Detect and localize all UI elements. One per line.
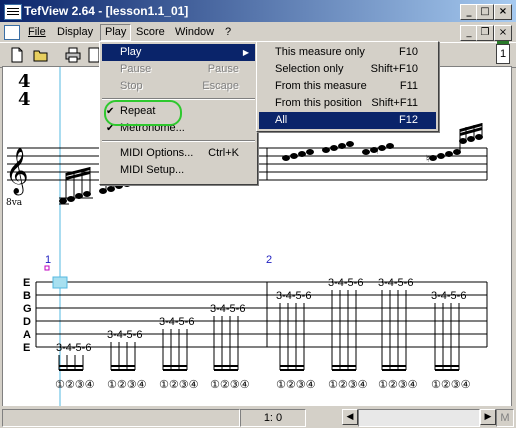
play-submenu: This measure only F10 Selection only Shi…	[256, 41, 439, 132]
svg-text:♮: ♮	[375, 146, 379, 157]
app-icon[interactable]	[4, 4, 22, 20]
close-button[interactable]: ×	[494, 4, 512, 20]
print-icon[interactable]	[64, 46, 82, 64]
tab-string-labels: E B G D A E	[23, 277, 32, 354]
submenu-item-selection[interactable]: Selection only Shift+F10	[259, 61, 436, 78]
mdi-restore-button[interactable]: ❐	[476, 25, 494, 41]
menu-item-pause[interactable]: Pause Pause	[102, 61, 255, 78]
menu-item-play[interactable]: Play ▶	[102, 44, 255, 61]
treble-clef-icon: 𝄞	[5, 148, 29, 196]
svg-text:①②③④: ①②③④	[159, 378, 199, 391]
svg-text:①②③④: ①②③④	[55, 378, 95, 391]
tab-frets: 3-4-5-6 3-4-5-6 3-4-5-6 3-4-5-6 3-4-5-6 …	[56, 277, 466, 354]
maximize-button[interactable]: □	[476, 4, 494, 20]
svg-text:①②③④: ①②③④	[276, 378, 316, 391]
menu-window[interactable]: Window	[171, 25, 218, 40]
mode-indicator: M	[496, 409, 514, 427]
svg-text:3-4-5-6: 3-4-5-6	[159, 316, 194, 328]
scroll-right-icon[interactable]: ▶	[480, 409, 496, 425]
measure-number-1: 1	[45, 254, 51, 266]
svg-text:3-4-5-6: 3-4-5-6	[328, 277, 363, 289]
submenu-item-from-position[interactable]: From this position Shift+F11	[259, 95, 436, 112]
page-number[interactable]: 1	[496, 41, 510, 64]
title-bar[interactable]: TefView 2.64 - [lesson1.1_01] _ □ ×	[0, 0, 516, 22]
svg-text:G: G	[23, 303, 32, 315]
play-menu: Play ▶ Pause Pause Stop Escape ✔ Repeat …	[99, 41, 258, 185]
time-sig-bottom: 4	[18, 89, 31, 110]
submenu-item-this-measure[interactable]: This measure only F10	[259, 44, 436, 61]
open-folder-icon[interactable]	[32, 46, 50, 64]
svg-text:3-4-5-6: 3-4-5-6	[276, 290, 311, 302]
svg-text:3-4-5-6: 3-4-5-6	[56, 342, 91, 354]
status-bar: 1: 0 ◀ ▶ M	[0, 406, 516, 428]
svg-text:①②③④: ①②③④	[107, 378, 147, 391]
status-left-panel	[2, 409, 240, 427]
svg-text:①②③④: ①②③④	[210, 378, 250, 391]
svg-text:A: A	[23, 329, 31, 341]
finger-numbers: ①②③④ ①②③④ ①②③④ ①②③④ ①②③④ ①②③④ ①②③④ ①②③④	[55, 378, 471, 391]
tab-cursor[interactable]	[52, 276, 68, 289]
submenu-item-all[interactable]: All F12	[259, 112, 436, 129]
svg-text:3-4-5-6: 3-4-5-6	[210, 303, 245, 315]
horizontal-scrollbar[interactable]	[358, 409, 480, 427]
svg-text:E: E	[23, 342, 30, 354]
tab-staff	[35, 281, 488, 348]
svg-text:①②③④: ①②③④	[328, 378, 368, 391]
svg-text:D: D	[23, 316, 31, 328]
svg-text:3-4-5-6: 3-4-5-6	[431, 290, 466, 302]
clef-octave-mark: 8va	[6, 198, 23, 208]
menu-item-midi-setup[interactable]: MIDI Setup...	[102, 162, 255, 179]
menu-file[interactable]: File	[24, 25, 50, 40]
menu-score[interactable]: Score	[132, 25, 169, 40]
submenu-arrow-icon: ▶	[242, 48, 249, 57]
svg-text:B: B	[23, 290, 31, 302]
svg-text:①②③④: ①②③④	[378, 378, 418, 391]
position-indicator: 1: 0	[240, 409, 306, 427]
menu-play[interactable]: Play	[100, 24, 132, 41]
menu-bar: File Display Play Score Window ? _ ❐ ×	[0, 22, 516, 42]
document-icon[interactable]	[4, 25, 20, 40]
measure-number-2: 2	[266, 254, 272, 266]
svg-text:①②③④: ①②③④	[431, 378, 471, 391]
repeat-highlight-circle	[104, 100, 182, 126]
menu-item-midi-options[interactable]: MIDI Options... Ctrl+K	[102, 145, 255, 162]
svg-text:E: E	[23, 277, 30, 289]
submenu-item-from-measure[interactable]: From this measure F11	[259, 78, 436, 95]
menu-display[interactable]: Display	[53, 25, 97, 40]
menu-separator	[102, 140, 255, 142]
window-title: TefView 2.64 - [lesson1.1_01]	[24, 4, 189, 18]
svg-text:3-4-5-6: 3-4-5-6	[378, 277, 413, 289]
scroll-left-icon[interactable]: ◀	[342, 409, 358, 425]
svg-text:♮: ♮	[426, 154, 430, 165]
menu-item-stop[interactable]: Stop Escape	[102, 78, 255, 95]
new-file-icon[interactable]	[8, 46, 26, 64]
measure-marker	[44, 265, 50, 271]
menu-help[interactable]: ?	[221, 25, 235, 40]
svg-text:3-4-5-6: 3-4-5-6	[107, 329, 142, 341]
mdi-close-button[interactable]: ×	[494, 25, 512, 41]
